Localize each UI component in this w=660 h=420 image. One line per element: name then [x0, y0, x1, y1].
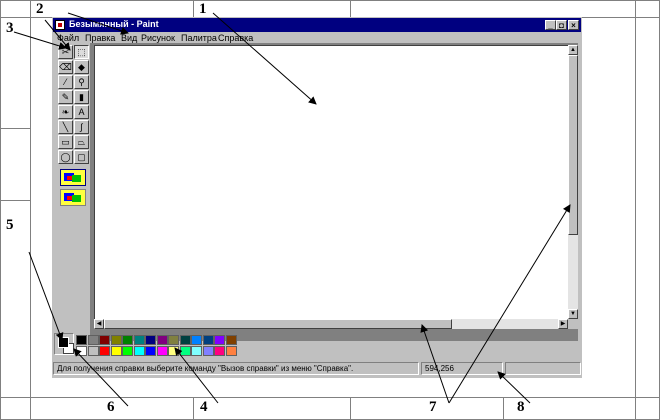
palette-swatch[interactable] — [225, 335, 237, 345]
palette-swatch[interactable] — [110, 346, 122, 356]
free-select-icon[interactable]: ✂ — [58, 45, 73, 59]
palette-swatch[interactable] — [110, 335, 122, 345]
palette-swatch[interactable] — [179, 335, 191, 345]
status-bar: Для получения справки выберите команду "… — [53, 362, 581, 376]
rect-select-icon[interactable]: ⬚ — [74, 45, 89, 59]
palette-swatch[interactable] — [122, 335, 133, 345]
close-button[interactable]: × — [568, 20, 579, 30]
palette-swatch[interactable] — [191, 346, 202, 356]
palette-swatch[interactable] — [76, 346, 87, 356]
horizontal-scroll-thumb[interactable] — [104, 319, 452, 329]
line-icon[interactable]: ╲ — [58, 120, 73, 134]
callout-label-3: 3 — [6, 20, 14, 36]
transparent-option-icon[interactable] — [60, 169, 86, 186]
paint-window: Безымянный - Paint _ ◘ × Файл Правка Вид… — [52, 17, 582, 378]
palette-swatch[interactable] — [145, 335, 156, 345]
menu-help[interactable]: Справка — [218, 33, 253, 43]
polygon-icon[interactable]: ⏢ — [74, 135, 89, 149]
status-coordinates: 594,256 — [421, 362, 503, 375]
toolbox: ✂ ⬚ ⌫ ◆ ⁄ ⚲ ✎ ▮ ❧ A ╲ ∫ ▭ ⏢ ◯ ▢ — [56, 43, 90, 333]
palette-swatch[interactable] — [191, 335, 202, 345]
palette-swatch[interactable] — [168, 335, 179, 345]
brush-icon[interactable]: ▮ — [74, 90, 89, 104]
palette-swatch[interactable] — [202, 346, 214, 356]
eraser-icon[interactable]: ⌫ — [58, 60, 73, 74]
palette-swatch[interactable] — [179, 346, 191, 356]
callout-label-4: 4 — [200, 399, 208, 415]
callout-label-7: 7 — [429, 399, 437, 415]
palette-swatch[interactable] — [168, 346, 179, 356]
callout-label-8: 8 — [517, 399, 525, 415]
palette-swatch[interactable] — [156, 335, 168, 345]
pick-color-icon[interactable]: ⁄ — [58, 75, 73, 89]
palette-swatch[interactable] — [145, 346, 156, 356]
scroll-right-icon[interactable]: ▶ — [558, 319, 568, 329]
window-title: Безымянный - Paint — [69, 19, 159, 29]
status-size — [505, 362, 581, 375]
menu-file[interactable]: Файл — [57, 33, 79, 43]
drawing-canvas[interactable] — [94, 45, 568, 329]
palette-swatch[interactable] — [214, 346, 225, 356]
vertical-scroll-thumb[interactable] — [568, 55, 578, 235]
current-colors-box[interactable] — [54, 333, 74, 355]
scroll-corner — [568, 319, 578, 329]
palette-swatch[interactable] — [99, 346, 110, 356]
foreground-color-swatch[interactable] — [58, 337, 69, 348]
callout-label-1: 1 — [199, 1, 207, 17]
palette-swatch[interactable] — [76, 335, 87, 345]
palette-swatch[interactable] — [99, 335, 110, 345]
menu-edit[interactable]: Правка — [85, 33, 115, 43]
menu-view[interactable]: Вид — [121, 33, 137, 43]
opaque-option-icon[interactable] — [60, 189, 86, 206]
scroll-up-icon[interactable]: ▲ — [568, 45, 578, 55]
text-icon[interactable]: A — [74, 105, 89, 119]
title-bar[interactable]: Безымянный - Paint _ ◘ × — [53, 18, 581, 32]
minimize-button[interactable]: _ — [545, 20, 556, 30]
vertical-scrollbar[interactable]: ▲ ▼ — [568, 45, 578, 329]
menu-image[interactable]: Рисунок — [141, 33, 175, 43]
magnifier-icon[interactable]: ⚲ — [74, 75, 89, 89]
palette-swatch[interactable] — [87, 335, 99, 345]
palette-swatch[interactable] — [225, 346, 237, 356]
scroll-left-icon[interactable]: ◀ — [94, 319, 104, 329]
palette-swatch[interactable] — [156, 346, 168, 356]
callout-label-5: 5 — [6, 217, 14, 233]
paint-app-icon[interactable] — [55, 20, 65, 30]
airbrush-icon[interactable]: ❧ — [58, 105, 73, 119]
palette-swatch[interactable] — [202, 335, 214, 345]
ellipse-icon[interactable]: ◯ — [58, 150, 73, 164]
callout-label-2: 2 — [36, 1, 44, 17]
palette-swatch[interactable] — [133, 335, 145, 345]
fill-icon[interactable]: ◆ — [74, 60, 89, 74]
status-help-text: Для получения справки выберите команду "… — [53, 362, 419, 375]
horizontal-scrollbar[interactable]: ◀ ▶ — [94, 319, 568, 329]
menu-colors[interactable]: Палитра — [181, 33, 217, 43]
maximize-button[interactable]: ◘ — [556, 20, 567, 30]
palette-swatch[interactable] — [214, 335, 225, 345]
palette-swatch[interactable] — [122, 346, 133, 356]
curve-icon[interactable]: ∫ — [74, 120, 89, 134]
pencil-icon[interactable]: ✎ — [58, 90, 73, 104]
rounded-rect-icon[interactable]: ▢ — [74, 150, 89, 164]
palette-swatch[interactable] — [87, 346, 99, 356]
rectangle-icon[interactable]: ▭ — [58, 135, 73, 149]
palette-swatch[interactable] — [133, 346, 145, 356]
callout-label-6: 6 — [107, 399, 115, 415]
scroll-down-icon[interactable]: ▼ — [568, 309, 578, 319]
color-palette — [54, 333, 580, 357]
